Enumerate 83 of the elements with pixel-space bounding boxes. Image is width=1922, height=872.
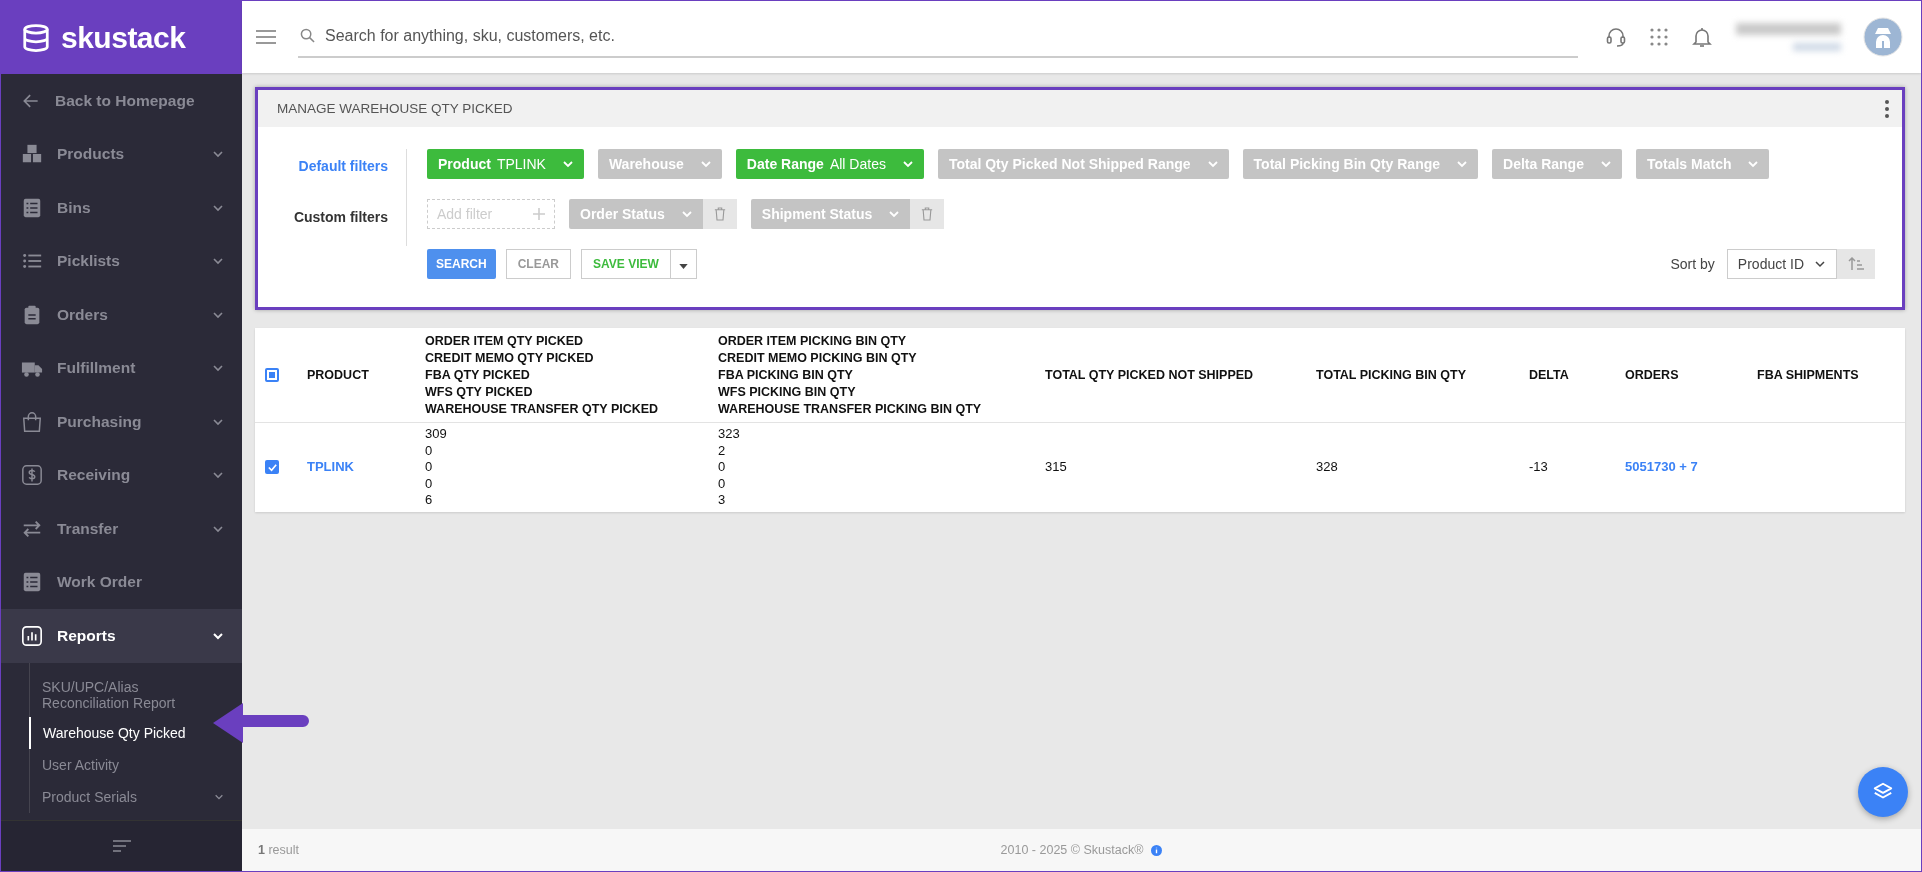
submenu-item[interactable]: SKU/UPC/Alias Reconciliation Report <box>30 672 242 717</box>
orders-link[interactable]: 5051730 + 7 <box>1625 459 1698 474</box>
chevron-icon <box>888 208 901 220</box>
trash-icon <box>921 207 934 221</box>
checkmark-icon <box>266 461 278 473</box>
sidebar-item[interactable]: Reports <box>1 609 242 663</box>
more-icon[interactable] <box>1884 98 1890 119</box>
database-icon <box>21 22 51 53</box>
list-icon <box>21 196 43 219</box>
filter-dropdown[interactable]: Product TPLINK <box>427 149 584 179</box>
column-header[interactable]: TOTAL PICKING BIN QTY <box>1316 366 1529 384</box>
sidebar-item[interactable]: Bins <box>1 181 242 235</box>
chevron-icon <box>561 158 574 170</box>
chevron-icon <box>1456 158 1469 170</box>
submenu-item[interactable]: User Activity <box>30 748 137 781</box>
row-checkbox[interactable] <box>265 460 279 475</box>
sort-direction-button[interactable] <box>1837 249 1875 279</box>
caret-icon <box>678 263 688 269</box>
table-cell: -13 <box>1529 459 1548 474</box>
sidebar-item[interactable]: Products <box>1 127 242 181</box>
clear-button[interactable]: CLEAR <box>505 249 571 279</box>
sidebar-item[interactable]: Fulfillment <box>1 341 242 395</box>
table-cell: 328 <box>1316 459 1338 474</box>
chevron-icon <box>699 158 712 170</box>
sidebar-item[interactable]: Transfer <box>1 502 242 556</box>
filters-label[interactable]: Default filters <box>298 158 388 174</box>
table-cell-text: 323 2 0 0 3 <box>718 426 741 509</box>
submenu-item[interactable]: Warehouse Qty Picked <box>29 716 204 749</box>
bag-icon <box>21 410 43 433</box>
result-count: 1 result <box>258 843 300 857</box>
list-icon <box>21 571 43 594</box>
sort-lines-icon[interactable] <box>111 839 132 853</box>
sidebar-item[interactable]: Picklists <box>1 234 242 288</box>
panel-title: MANAGE WAREHOUSE QTY PICKED <box>277 101 513 116</box>
chevron-icon <box>1814 258 1826 270</box>
bell-icon[interactable] <box>1690 25 1714 49</box>
chevron-icon <box>1599 158 1612 170</box>
sort-label: Sort by <box>1670 256 1715 272</box>
chevron-icon <box>901 158 914 170</box>
trash-icon <box>713 207 726 221</box>
menu-icon[interactable] <box>256 29 276 45</box>
submenu-item[interactable]: Product Serials <box>30 780 242 813</box>
sidebar-item[interactable]: Purchasing <box>1 395 242 449</box>
delete-button[interactable] <box>702 199 737 229</box>
avatar-icon[interactable] <box>1863 17 1903 57</box>
apps-grid-icon[interactable] <box>1650 28 1668 46</box>
column-header[interactable]: FBA SHIPMENTS <box>1757 366 1905 384</box>
column-header[interactable]: ORDER ITEM PICKING BIN QTY CREDIT MEMO PICKING BIN QTY FBA PICKING BIN QTY WFS PICKING BIN QTY WAREHOUSE TRANSFER PICKING BIN QTY <box>718 332 1045 418</box>
blurred-user-role <box>1793 43 1841 51</box>
table-cell: 315 <box>1045 459 1067 474</box>
dropdown-button[interactable] <box>670 249 697 279</box>
product-link[interactable]: TPLINK <box>307 459 354 474</box>
column-header[interactable]: DELTA <box>1529 366 1625 384</box>
back-link[interactable]: Back to Homepage <box>1 74 242 128</box>
chevron-icon <box>680 208 693 220</box>
table-cell-text: 309 0 0 0 6 <box>425 426 448 509</box>
dollar-icon <box>21 464 43 487</box>
headset-icon[interactable] <box>1604 25 1628 49</box>
chevron-icon <box>1747 158 1760 170</box>
logo-text: skustack <box>61 20 186 55</box>
plus-icon <box>532 207 546 221</box>
sidebar-item[interactable]: Receiving <box>1 448 242 502</box>
copyright-text: 2010 - 2025 © Skustack® <box>1000 843 1144 857</box>
sort-dropdown[interactable]: Product ID <box>1726 249 1837 279</box>
search-icon <box>300 28 315 43</box>
filters-label: Custom filters <box>293 209 388 225</box>
chart-icon <box>21 624 43 647</box>
filter-dropdown[interactable]: Date Range All Dates <box>735 149 924 179</box>
chevron-icon <box>1206 158 1219 170</box>
column-header[interactable]: PRODUCT <box>307 366 425 384</box>
sidebar-item[interactable]: Work Order <box>1 555 242 609</box>
column-header[interactable]: TOTAL QTY PICKED NOT SHIPPED <box>1045 366 1316 384</box>
search-button[interactable]: SEARCH <box>427 249 496 279</box>
search-input[interactable]: Search for anything, sku, customers, etc. <box>298 16 1578 56</box>
select-all-checkbox[interactable] <box>265 368 279 382</box>
save-view-button[interactable]: SAVE VIEW <box>581 249 671 279</box>
sidebar-item[interactable]: Orders <box>1 288 242 342</box>
delete-button[interactable] <box>910 199 945 229</box>
column-header[interactable]: ORDER ITEM QTY PICKED CREDIT MEMO QTY PICKED FBA QTY PICKED WFS QTY PICKED WAREHOUSE TRANSFER QTY PICKED <box>425 332 718 418</box>
sort-ascending-icon <box>1848 257 1864 271</box>
layers-button[interactable] <box>1858 767 1908 817</box>
info-icon[interactable] <box>1151 844 1163 856</box>
column-header[interactable]: ORDERS <box>1625 366 1757 384</box>
